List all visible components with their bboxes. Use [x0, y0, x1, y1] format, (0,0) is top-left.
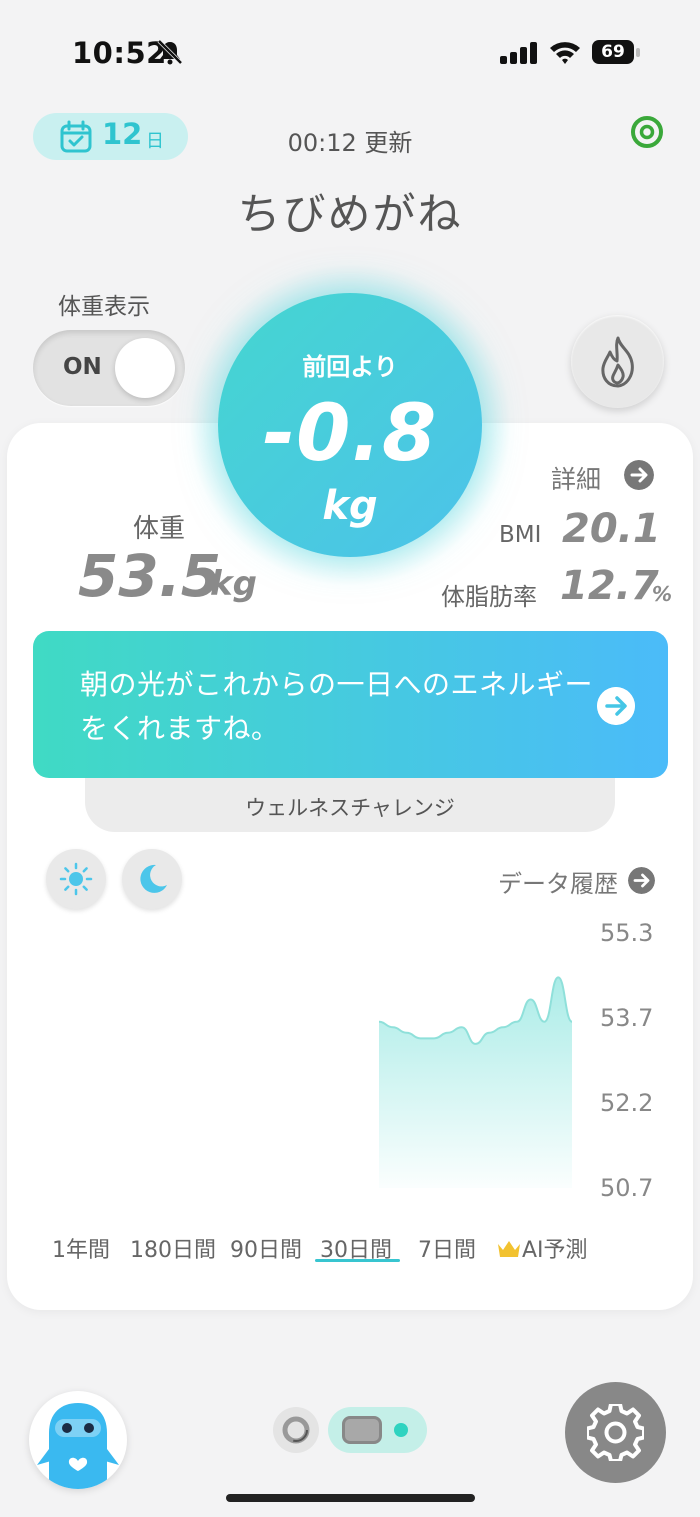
device-scale-button[interactable] [328, 1407, 427, 1453]
wellness-challenge-label: ウェルネスチャレンジ [245, 796, 455, 820]
change-unit: kg [322, 483, 378, 529]
selected-tab-indicator [315, 1259, 400, 1262]
body-fat-label: 体脂肪率 [441, 583, 537, 611]
update-time: 00:12 更新 [287, 129, 413, 157]
device-ring-button[interactable] [273, 1407, 319, 1453]
y-tick-label: 52.2 [600, 1089, 654, 1117]
tab-90-days[interactable]: 90日間 [230, 1232, 302, 1264]
weight-label: 体重 [133, 514, 186, 544]
status-time: 10:52 [72, 36, 167, 70]
tab-1-year[interactable]: 1年間 [52, 1232, 110, 1264]
moon-icon [140, 864, 167, 893]
ai-forecast-label: AI予測 [522, 1238, 588, 1263]
tab-7-days[interactable]: 7日間 [418, 1232, 476, 1264]
mascot-avatar[interactable] [29, 1391, 127, 1489]
scale-icon [342, 1416, 382, 1444]
morning-toggle[interactable] [46, 849, 106, 909]
wifi-icon [550, 42, 580, 64]
sun-icon [59, 862, 93, 896]
connected-indicator [394, 1423, 408, 1437]
toggle-state: ON [63, 354, 102, 380]
weight-display-label: 体重表示 [58, 294, 150, 320]
data-history-link[interactable]: データ履歴 [498, 864, 618, 899]
banner-message: 朝の光がこれからの一日へのエネルギーをくれますね。 [80, 668, 594, 745]
toggle-knob [115, 338, 175, 398]
bmi-label: BMI [499, 522, 542, 548]
arrow-right-icon[interactable] [624, 460, 654, 490]
weight-value: 53.5 [78, 542, 222, 610]
battery-icon: 69 [592, 40, 640, 66]
weight-change-circle[interactable]: 前回より -0.8 kg [218, 293, 482, 557]
y-tick-label: 55.3 [600, 919, 654, 947]
home-indicator[interactable] [226, 1494, 475, 1502]
chart-area-fill [379, 977, 572, 1188]
bell-muted-icon [157, 39, 183, 65]
settings-button[interactable] [565, 1382, 666, 1483]
gear-icon [587, 1404, 644, 1461]
crown-icon [498, 1241, 520, 1257]
battery-level: 69 [592, 40, 634, 64]
ring-icon [282, 1416, 310, 1444]
arrow-right-icon[interactable] [628, 867, 655, 894]
calorie-button[interactable] [571, 315, 664, 408]
detail-link[interactable]: 詳細 [551, 460, 601, 496]
tab-180-days[interactable]: 180日間 [130, 1232, 216, 1264]
arrow-right-icon[interactable] [597, 687, 635, 725]
body-fat-value: 12.7 [560, 563, 659, 609]
weight-unit: kg [210, 564, 257, 604]
target-icon[interactable] [630, 115, 664, 149]
y-tick-label: 50.7 [600, 1174, 654, 1202]
user-name: ちびめがね [237, 190, 463, 240]
flame-icon [601, 336, 634, 388]
change-value: -0.8 [262, 389, 438, 479]
weight-display-toggle[interactable]: ON [33, 330, 185, 406]
change-label: 前回より [302, 353, 398, 381]
bmi-value: 20.1 [562, 506, 661, 552]
night-toggle[interactable] [122, 849, 182, 909]
weight-chart[interactable] [0, 910, 700, 1210]
signal-icon [500, 42, 537, 64]
y-tick-label: 53.7 [600, 1004, 654, 1032]
message-banner[interactable]: 朝の光がこれからの一日へのエネルギーをくれますね。 [33, 631, 668, 778]
body-fat-unit: % [652, 582, 673, 606]
mascot-icon [37, 1403, 119, 1489]
tab-ai-forecast[interactable]: AI予測 [496, 1232, 588, 1264]
